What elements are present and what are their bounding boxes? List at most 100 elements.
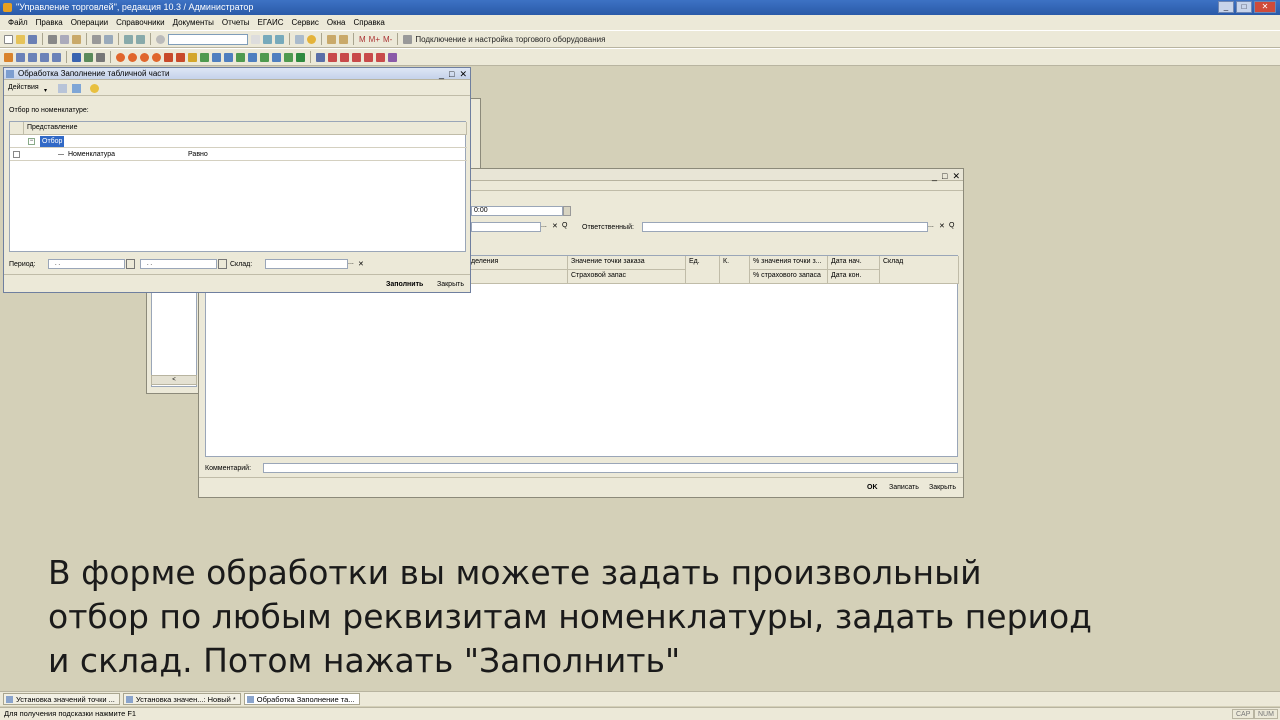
fill-window-close-text-button[interactable]: Закрыть <box>437 281 464 288</box>
trade-icon-15[interactable] <box>188 52 197 62</box>
search-clear-icon[interactable] <box>251 34 260 44</box>
responsible-ellipsis-button[interactable]: ... <box>928 222 934 229</box>
filter-settings-icon[interactable] <box>58 84 67 93</box>
trade-icon-12[interactable] <box>152 52 161 62</box>
preview-icon[interactable] <box>104 34 113 44</box>
search-icon[interactable] <box>156 34 165 44</box>
taskbar-tab-1[interactable]: Установка значений точки ... <box>3 693 120 705</box>
menu-edit[interactable]: Правка <box>32 18 67 27</box>
trade-icon-20[interactable] <box>248 52 257 62</box>
trade-icon-16[interactable] <box>200 52 209 62</box>
document-close-text-button[interactable]: Закрыть <box>929 484 956 491</box>
trade-icon-2[interactable] <box>16 52 25 62</box>
memory-plus-button[interactable]: M+ <box>369 35 380 44</box>
menu-windows[interactable]: Окна <box>323 18 350 27</box>
period-from-field[interactable]: . . <box>48 259 125 269</box>
period-to-calendar-icon[interactable] <box>218 259 227 269</box>
new-icon[interactable] <box>4 34 13 44</box>
menu-reports[interactable]: Отчеты <box>218 18 254 27</box>
filter-row-item[interactable]: Номенклатура Равно <box>10 148 467 161</box>
menu-documents[interactable]: Документы <box>169 18 218 27</box>
trade-icon-24[interactable] <box>296 52 305 62</box>
warehouse-ellipsis-button[interactable]: ... <box>348 259 354 266</box>
warehouse-clear-icon[interactable]: ✕ <box>358 260 364 268</box>
trade-icon-13[interactable] <box>164 52 173 62</box>
menu-service[interactable]: Сервис <box>288 18 323 27</box>
col-safety-stock-percent[interactable]: % страхового запаса <box>750 270 828 284</box>
col-subdivision[interactable]: деления <box>468 256 568 270</box>
fill-close-button[interactable]: ✕ <box>459 68 467 80</box>
trade-icon-18[interactable] <box>224 52 233 62</box>
save-button[interactable]: Записать <box>889 484 919 491</box>
paste-icon[interactable] <box>72 34 81 44</box>
menu-operations[interactable]: Операции <box>67 18 112 27</box>
trade-icon-23[interactable] <box>284 52 293 62</box>
filter-row-group[interactable]: − Отбор <box>10 135 467 148</box>
trade-icon-4[interactable] <box>40 52 49 62</box>
col-end-date[interactable]: Дата кон. <box>828 270 880 284</box>
copy-icon[interactable] <box>60 34 69 44</box>
trade-icon-29[interactable] <box>364 52 373 62</box>
maximize-button[interactable]: □ <box>1236 1 1252 13</box>
filter-item-condition[interactable]: Равно <box>188 151 208 158</box>
col-safety-stock[interactable]: Страховой запас <box>568 270 686 284</box>
trade-icon-31[interactable] <box>388 52 397 62</box>
window-icon[interactable] <box>295 34 304 44</box>
trade-icon-21[interactable] <box>260 52 269 62</box>
search-input[interactable] <box>168 33 248 45</box>
trade-icon-30[interactable] <box>376 52 385 62</box>
col-start-date[interactable]: Дата нач. <box>828 256 880 270</box>
responsible-search-icon[interactable]: Q <box>949 222 954 229</box>
calendar-icon[interactable] <box>563 206 571 216</box>
equipment-setup-button[interactable]: Подключение и настройка торгового оборуд… <box>415 35 605 44</box>
filter-table[interactable]: Представление − Отбор Номенклатура Равно <box>9 121 467 252</box>
col-unit[interactable]: Ед. <box>686 256 720 284</box>
close-button[interactable]: ✕ <box>1254 1 1276 13</box>
print-icon[interactable] <box>92 34 101 44</box>
col-k[interactable]: К. <box>720 256 750 284</box>
col-order-point[interactable]: Значение точки заказа <box>568 256 686 270</box>
taskbar-tab-3[interactable]: Обработка Заполнение та... <box>243 693 360 705</box>
trade-icon-8[interactable] <box>96 52 105 62</box>
search-next-icon[interactable] <box>263 34 272 44</box>
menu-file[interactable]: Файл <box>4 18 32 27</box>
warehouse-field[interactable] <box>265 259 348 269</box>
trade-icon-11[interactable] <box>140 52 149 62</box>
responsible-field[interactable] <box>642 222 928 232</box>
trade-icon-5[interactable] <box>52 52 61 62</box>
filter-item-checkbox[interactable] <box>13 151 20 158</box>
open-icon[interactable] <box>16 34 25 44</box>
trade-icon-6[interactable] <box>72 52 81 62</box>
menu-catalogs[interactable]: Справочники <box>112 18 168 27</box>
col-order-point-percent[interactable]: % значения точки з... <box>750 256 828 270</box>
col-warehouse[interactable]: Склад <box>880 256 959 284</box>
menu-egais[interactable]: ЕГАИС <box>254 18 288 27</box>
trade-icon-26[interactable] <box>328 52 337 62</box>
memory-minus-button[interactable]: M- <box>383 35 392 44</box>
actions-dropdown-icon[interactable]: ▾ <box>44 87 47 94</box>
fill-maximize-button[interactable]: □ <box>449 68 454 80</box>
trade-icon-9[interactable] <box>116 52 125 62</box>
background-scrollbar[interactable]: < <box>151 375 197 385</box>
trade-icon-7[interactable] <box>84 52 93 62</box>
ok-button[interactable]: OK <box>867 484 878 491</box>
fill-button[interactable]: Заполнить <box>386 281 423 288</box>
trade-icon-1[interactable] <box>4 52 13 62</box>
menu-help[interactable]: Справка <box>350 18 389 27</box>
fill-minimize-button[interactable]: _ <box>439 68 444 80</box>
taskbar-tab-2[interactable]: Установка значен...: Новый * <box>122 693 241 705</box>
search-prev-icon[interactable] <box>275 34 284 44</box>
doc-left-ellipsis-button[interactable]: ... <box>541 222 547 229</box>
redo-icon[interactable] <box>136 34 145 44</box>
calendar-icon[interactable] <box>339 34 348 44</box>
document-date-field[interactable]: 0:00 <box>471 206 563 216</box>
undo-icon[interactable] <box>124 34 133 44</box>
doc-left-search-icon[interactable]: Q <box>562 222 567 229</box>
responsible-clear-icon[interactable]: ✕ <box>939 222 945 230</box>
trade-icon-3[interactable] <box>28 52 37 62</box>
document-field-left[interactable] <box>471 222 541 232</box>
period-to-field[interactable]: . . <box>140 259 217 269</box>
trade-icon-10[interactable] <box>128 52 137 62</box>
trade-icon-27[interactable] <box>340 52 349 62</box>
equipment-icon[interactable] <box>403 34 413 44</box>
